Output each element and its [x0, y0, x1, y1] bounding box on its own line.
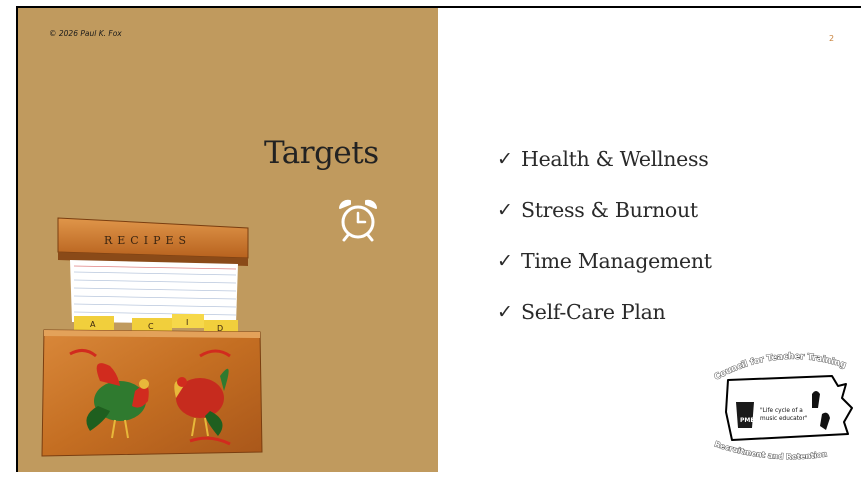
slide: © 2026 Paul K. Fox Targets RECIPES A C I… [16, 6, 861, 472]
recipe-tab-c: C [148, 322, 154, 331]
svg-text:Recruitment and Retention: Recruitment and Retention [713, 439, 827, 461]
council-logo: Council for Teacher Training PMEA "Life … [712, 351, 853, 462]
slide-border-left [16, 6, 18, 472]
check-icon: ✓ [497, 249, 513, 272]
recipe-tab-i: I [186, 318, 188, 327]
recipe-tab-d: D [217, 324, 223, 333]
bullet-text: Time Management [521, 248, 712, 273]
copyright-text: © 2026 Paul K. Fox [49, 29, 122, 38]
check-icon: ✓ [497, 300, 513, 323]
bullet-item: ✓ Health & Wellness [497, 146, 712, 171]
recipe-box-label: RECIPES [104, 234, 191, 247]
recipe-tab-a: A [90, 320, 96, 329]
bullet-item: ✓ Time Management [497, 248, 712, 273]
logo-badge: PMEA [740, 417, 759, 424]
bullet-text: Health & Wellness [521, 146, 709, 171]
alarm-clock-icon [339, 199, 377, 242]
recipe-box-image: RECIPES A C I D [41, 217, 263, 457]
slide-title: Targets [264, 135, 379, 171]
bullet-text: Self-Care Plan [521, 299, 666, 324]
check-icon: ✓ [497, 198, 513, 221]
bullet-item: ✓ Stress & Burnout [497, 197, 712, 222]
logo-bottom-text: Recruitment and Retention [713, 439, 828, 462]
logo-inner-line2: music educator" [760, 416, 808, 422]
bullet-list: ✓ Health & Wellness ✓ Stress & Burnout ✓… [497, 146, 712, 350]
check-icon: ✓ [497, 147, 513, 170]
bullet-text: Stress & Burnout [521, 197, 698, 222]
logo-inner-line1: "Life cycle of a [760, 408, 803, 414]
bullet-item: ✓ Self-Care Plan [497, 299, 712, 324]
slide-border-top [16, 6, 861, 8]
page-number: 2 [829, 34, 835, 43]
